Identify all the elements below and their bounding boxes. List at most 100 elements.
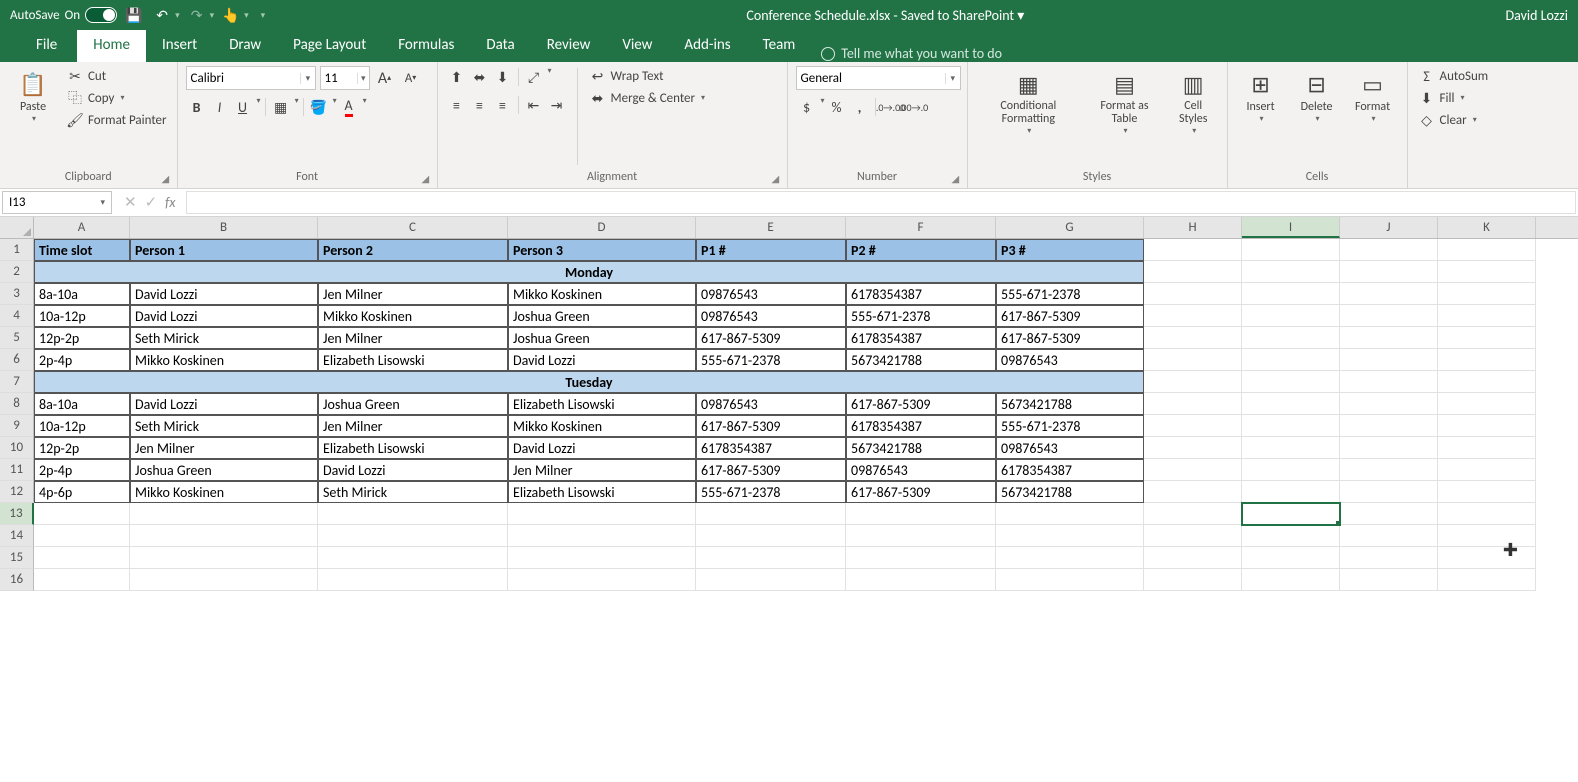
align-middle-button[interactable]: ⬌	[469, 66, 491, 88]
conditional-formatting-button[interactable]: ▦Conditional Formatting▾	[976, 66, 1082, 138]
cell[interactable]: 8a-10a	[34, 283, 130, 305]
row-header[interactable]: 9	[0, 415, 34, 437]
font-name-combo[interactable]: ▾	[186, 66, 316, 90]
cell[interactable]	[1242, 371, 1340, 393]
cell[interactable]	[1438, 459, 1536, 481]
tab-page-layout[interactable]: Page Layout	[277, 30, 382, 62]
cell[interactable]	[1340, 327, 1438, 349]
cell[interactable]	[846, 547, 996, 569]
cell[interactable]: David Lozzi	[130, 393, 318, 415]
cell[interactable]: Mikko Koskinen	[318, 305, 508, 327]
cell[interactable]: Jen Milner	[318, 415, 508, 437]
select-all-corner[interactable]	[0, 217, 34, 238]
cell[interactable]	[1144, 437, 1242, 459]
cell[interactable]	[1340, 283, 1438, 305]
cell[interactable]	[1144, 349, 1242, 371]
cell[interactable]: P1 #	[696, 239, 846, 261]
cell[interactable]: 617-867-5309	[996, 327, 1144, 349]
row-header[interactable]: 4	[0, 305, 34, 327]
orientation-button[interactable]: ⤢	[523, 66, 545, 88]
cell[interactable]	[696, 547, 846, 569]
delete-cells-button[interactable]: ⊟Delete▾	[1292, 66, 1342, 126]
column-header-K[interactable]: K	[1438, 217, 1536, 238]
decrease-decimal-button[interactable]: .00→.0	[903, 96, 925, 118]
cell[interactable]: 555-671-2378	[696, 349, 846, 371]
cell[interactable]	[1438, 481, 1536, 503]
cell[interactable]: 5673421788	[846, 349, 996, 371]
row-header[interactable]: 11	[0, 459, 34, 481]
cell[interactable]: Person 2	[318, 239, 508, 261]
tab-addins[interactable]: Add-ins	[668, 30, 746, 62]
enter-formula-icon[interactable]: ✓	[145, 193, 158, 212]
cell[interactable]	[508, 569, 696, 591]
cell[interactable]: 09876543	[696, 305, 846, 327]
cell[interactable]	[34, 525, 130, 547]
row-header[interactable]: 13	[0, 503, 34, 525]
cell[interactable]	[1242, 525, 1340, 547]
cell[interactable]	[1438, 261, 1536, 283]
cell[interactable]	[696, 525, 846, 547]
cell[interactable]: P3 #	[996, 239, 1144, 261]
paste-button[interactable]: 📋 Paste ▾	[8, 66, 58, 126]
cell[interactable]: David Lozzi	[130, 283, 318, 305]
cell[interactable]: 617-867-5309	[696, 415, 846, 437]
cell[interactable]	[1340, 261, 1438, 283]
cell[interactable]: David Lozzi	[508, 437, 696, 459]
cell[interactable]: Jen Milner	[130, 437, 318, 459]
cell[interactable]	[1242, 393, 1340, 415]
cell[interactable]: Joshua Green	[130, 459, 318, 481]
cell[interactable]: Seth Mirick	[130, 327, 318, 349]
cell[interactable]: 8a-10a	[34, 393, 130, 415]
increase-indent-button[interactable]: ⇥	[546, 94, 568, 116]
user-name[interactable]: David Lozzi	[1505, 7, 1568, 24]
cell[interactable]	[846, 503, 996, 525]
cell[interactable]: P2 #	[846, 239, 996, 261]
cell[interactable]	[508, 525, 696, 547]
cell[interactable]: 12p-2p	[34, 327, 130, 349]
cell[interactable]: 6178354387	[846, 283, 996, 305]
font-dialog-launcher[interactable]: ◢	[422, 172, 434, 184]
font-name-input[interactable]	[187, 71, 301, 86]
cell[interactable]	[318, 569, 508, 591]
day-header-cell[interactable]: Tuesday	[34, 371, 1144, 393]
cell[interactable]	[130, 503, 318, 525]
cell[interactable]	[130, 569, 318, 591]
cell[interactable]: 2p-4p	[34, 459, 130, 481]
cell[interactable]: Elizabeth Lisowski	[318, 349, 508, 371]
cell[interactable]	[1144, 503, 1242, 525]
cell[interactable]	[1144, 547, 1242, 569]
cell[interactable]	[996, 547, 1144, 569]
cell[interactable]	[1242, 261, 1340, 283]
cell[interactable]: David Lozzi	[318, 459, 508, 481]
redo-icon[interactable]: ↷	[186, 4, 208, 26]
alignment-dialog-launcher[interactable]: ◢	[772, 172, 784, 184]
tab-insert[interactable]: Insert	[146, 30, 213, 62]
cell[interactable]: 4p-6p	[34, 481, 130, 503]
column-headers[interactable]: ABCDEFGHIJK	[0, 217, 1578, 239]
cell[interactable]	[1144, 415, 1242, 437]
tab-formulas[interactable]: Formulas	[382, 30, 470, 62]
cell[interactable]: Jen Milner	[508, 459, 696, 481]
cell[interactable]	[696, 569, 846, 591]
row-header[interactable]: 14	[0, 525, 34, 547]
align-left-button[interactable]: ≡	[446, 94, 468, 116]
cell[interactable]	[34, 547, 130, 569]
tell-me-search[interactable]: Tell me what you want to do	[821, 45, 1002, 62]
align-bottom-button[interactable]: ⬇	[492, 66, 514, 88]
row-header[interactable]: 8	[0, 393, 34, 415]
spreadsheet-grid[interactable]: ABCDEFGHIJK 1Time slotPerson 1Person 2Pe…	[0, 217, 1578, 591]
cell[interactable]: Joshua Green	[318, 393, 508, 415]
cancel-formula-icon[interactable]: ✕	[124, 193, 137, 212]
cell[interactable]	[996, 569, 1144, 591]
cell[interactable]	[1340, 415, 1438, 437]
cell[interactable]	[1144, 481, 1242, 503]
bold-button[interactable]: B	[186, 96, 208, 118]
formula-input[interactable]	[186, 191, 1577, 214]
cell[interactable]	[1340, 481, 1438, 503]
cell[interactable]	[1242, 547, 1340, 569]
cell[interactable]: Elizabeth Lisowski	[318, 437, 508, 459]
cell[interactable]	[1242, 459, 1340, 481]
cell[interactable]: 617-867-5309	[696, 459, 846, 481]
undo-icon[interactable]: ↶	[151, 4, 173, 26]
cell[interactable]	[1438, 239, 1536, 261]
